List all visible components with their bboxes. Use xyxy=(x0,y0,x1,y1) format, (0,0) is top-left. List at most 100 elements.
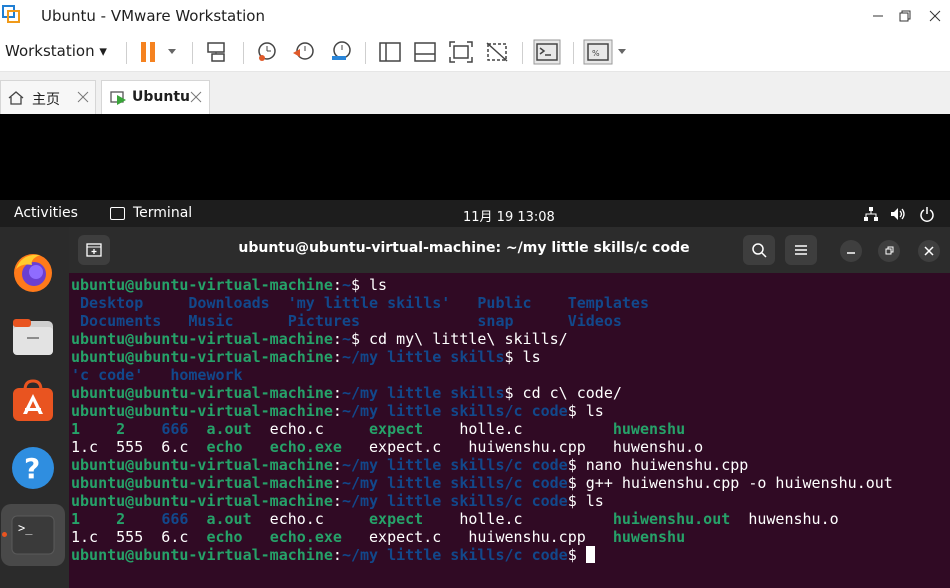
help-icon[interactable]: ? xyxy=(10,445,56,491)
close-button[interactable] xyxy=(925,6,945,26)
minimize-button[interactable] xyxy=(868,6,888,26)
terminal-icon[interactable]: >_ xyxy=(10,512,56,558)
terminal-cursor xyxy=(585,546,595,563)
terminal-text: expect.c huiwenshu.cpp huwenshu.o xyxy=(341,438,704,456)
terminal-text: huwenshu.o xyxy=(730,510,839,528)
search-button[interactable] xyxy=(743,235,775,265)
send-keys-icon[interactable] xyxy=(203,39,231,65)
snapshot-icon[interactable] xyxy=(253,39,281,65)
close-icon[interactable] xyxy=(76,90,90,104)
prompt-user: ubuntu@ubuntu-virtual-machine xyxy=(71,384,333,402)
terminal-restore-button[interactable] xyxy=(878,240,900,262)
prompt-path: ~/my little skills/c code xyxy=(341,402,568,420)
terminal-line: ubuntu@ubuntu-virtual-machine:~/my littl… xyxy=(71,456,949,474)
window-title: Ubuntu - VMware Workstation xyxy=(41,7,265,25)
tab-home[interactable]: 主页 xyxy=(0,80,96,114)
terminal-text: expect xyxy=(369,510,424,528)
prompt-user: ubuntu@ubuntu-virtual-machine xyxy=(71,474,333,492)
terminal-text: : xyxy=(332,330,342,348)
terminal-text: 666 xyxy=(161,510,189,528)
terminal-text: holle.c xyxy=(423,420,613,438)
terminal-text: $ ls xyxy=(567,402,604,420)
activities-button[interactable]: Activities xyxy=(14,205,78,221)
network-icon[interactable] xyxy=(863,206,879,222)
prompt-user: ubuntu@ubuntu-virtual-machine xyxy=(71,330,333,348)
prompt-path: ~/my little skills/c code xyxy=(341,546,568,564)
terminal-text: echo.c xyxy=(251,420,370,438)
library-icon[interactable] xyxy=(376,39,404,65)
prompt-user: ubuntu@ubuntu-virtual-machine xyxy=(71,402,333,420)
terminal-icon[interactable] xyxy=(532,39,562,65)
terminal-text: : xyxy=(332,384,342,402)
gnome-top-bar: Activities Terminal 11月 19 13:08 xyxy=(0,200,950,227)
terminal-text: homework xyxy=(170,366,243,384)
terminal-output[interactable]: ubuntu@ubuntu-virtual-machine:~$ ls Desk… xyxy=(71,276,949,586)
tab-ubuntu[interactable]: Ubuntu xyxy=(101,80,210,114)
console-view-icon[interactable] xyxy=(411,39,439,65)
terminal-text: holle.c xyxy=(423,510,613,528)
files-icon[interactable] xyxy=(10,315,56,361)
fullscreen-icon[interactable] xyxy=(447,39,475,65)
terminal-text: : xyxy=(332,492,342,510)
terminal-text: echo.exe xyxy=(269,528,342,546)
terminal-text: huwenshu xyxy=(612,420,686,438)
vm-icon xyxy=(110,91,126,105)
clock[interactable]: 11月 19 13:08 xyxy=(463,206,555,225)
terminal-text: echo xyxy=(206,528,243,546)
terminal-line: 1 2 666 a.out echo.c expect holle.c huiw… xyxy=(71,510,949,528)
guest-display-margin xyxy=(0,114,950,200)
terminal-window: ubuntu@ubuntu-virtual-machine: ~/my litt… xyxy=(69,227,950,588)
snapshot-manager-icon[interactable] xyxy=(327,39,355,65)
toolbar-divider xyxy=(365,42,366,64)
terminal-text: huiwenshu.out xyxy=(612,510,731,528)
terminal-headerbar: ubuntu@ubuntu-virtual-machine: ~/my litt… xyxy=(69,227,950,273)
app-menu-button[interactable]: Terminal xyxy=(133,205,192,221)
unity-icon[interactable] xyxy=(483,39,511,65)
terminal-text: expect.c huiwenshu.cpp xyxy=(341,528,613,546)
terminal-text: $ ls xyxy=(567,492,604,510)
prompt-user: ubuntu@ubuntu-virtual-machine xyxy=(71,492,333,510)
terminal-text: echo.exe xyxy=(269,438,342,456)
firefox-icon[interactable] xyxy=(10,249,56,295)
svg-text:>_: >_ xyxy=(18,521,33,535)
workstation-menu[interactable]: Workstation ▾ xyxy=(5,42,107,60)
terminal-line: ubuntu@ubuntu-virtual-machine:~$ ls xyxy=(71,276,949,294)
terminal-text: 666 xyxy=(161,420,189,438)
terminal-line: ubuntu@ubuntu-virtual-machine:~$ cd my\ … xyxy=(71,330,949,348)
terminal-line: ubuntu@ubuntu-virtual-machine:~/my littl… xyxy=(71,402,949,420)
vmware-icon xyxy=(2,5,20,23)
terminal-line: 1.c 555 6.c echo echo.exe expect.c huiwe… xyxy=(71,438,949,456)
close-icon[interactable] xyxy=(189,90,203,104)
tab-ubuntu-label: Ubuntu xyxy=(132,89,190,105)
terminal-line: ubuntu@ubuntu-virtual-machine:~/my littl… xyxy=(71,348,949,366)
revert-snapshot-icon[interactable] xyxy=(290,39,318,65)
minimize-icon xyxy=(847,252,855,254)
terminal-text: 1 xyxy=(71,510,81,528)
terminal-text: $ xyxy=(567,546,586,564)
stretch-icon[interactable]: % xyxy=(582,39,628,65)
terminal-text: $ nano huiwenshu.cpp xyxy=(567,456,749,474)
menu-button[interactable] xyxy=(785,235,817,265)
volume-icon[interactable] xyxy=(890,206,906,222)
restore-button[interactable] xyxy=(895,6,915,26)
pause-icon[interactable] xyxy=(138,39,182,65)
power-icon[interactable] xyxy=(919,206,935,222)
terminal-close-button[interactable] xyxy=(918,240,940,262)
terminal-text: Desktop Downloads 'my little skills' Pub… xyxy=(71,294,649,312)
prompt-path: ~ xyxy=(341,330,351,348)
software-icon[interactable] xyxy=(10,378,56,424)
hamburger-icon xyxy=(795,245,807,255)
terminal-text: : xyxy=(332,456,342,474)
terminal-text: 1 xyxy=(71,420,81,438)
running-indicator xyxy=(2,532,7,537)
terminal-line: 1.c 555 6.c echo echo.exe expect.c huiwe… xyxy=(71,528,949,546)
tab-home-label: 主页 xyxy=(32,92,60,108)
prompt-path: ~/my little skills/c code xyxy=(341,474,568,492)
terminal-minimize-button[interactable] xyxy=(840,240,862,262)
prompt-path: ~/my little skills/c code xyxy=(341,492,568,510)
